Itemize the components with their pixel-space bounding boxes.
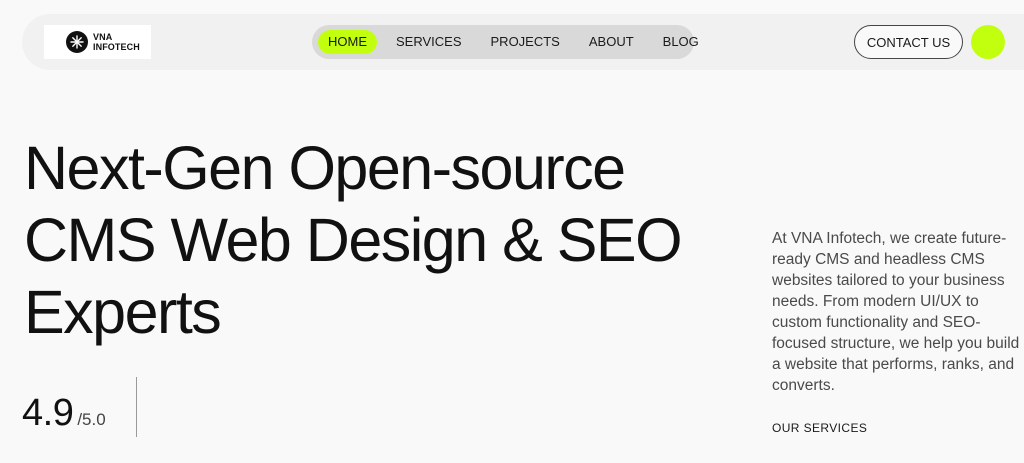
- sunburst-logo-icon: [66, 31, 88, 53]
- hero-title: Next-Gen Open-source CMS Web Design & SE…: [24, 132, 744, 348]
- rating-value: 4.9: [22, 392, 74, 434]
- main-nav: HOME SERVICES PROJECTS ABOUT BLOG: [312, 25, 699, 59]
- nav-item-services[interactable]: SERVICES: [386, 30, 472, 54]
- logo-text: VNA INFOTECH: [93, 32, 140, 52]
- contact-us-button[interactable]: CONTACT US: [854, 25, 963, 59]
- hero-description: At VNA Infotech, we create future-ready …: [772, 230, 1020, 394]
- page: VNA INFOTECH HOME SERVICES PROJECTS ABOU…: [0, 0, 1024, 463]
- nav-item-blog[interactable]: BLOG: [653, 30, 709, 54]
- our-services-link[interactable]: OUR SERVICES: [772, 421, 867, 435]
- logo-line2: INFOTECH: [93, 42, 140, 52]
- nav-item-projects[interactable]: PROJECTS: [481, 30, 570, 54]
- rating: 4.9 /5.0: [22, 392, 106, 435]
- nav-item-home[interactable]: HOME: [318, 30, 377, 54]
- logo[interactable]: VNA INFOTECH: [44, 25, 151, 59]
- hero-title-line-1: Next-Gen Open-source: [24, 134, 626, 202]
- hero-title-line-3: Experts: [24, 278, 222, 346]
- hero-title-line-2: CMS Web Design & SEO: [24, 206, 683, 274]
- rating-scale: /5.0: [77, 410, 106, 429]
- nav-item-about[interactable]: ABOUT: [579, 30, 644, 54]
- rating-divider: [136, 377, 137, 437]
- menu-dot-button[interactable]: [971, 25, 1005, 59]
- logo-line1: VNA: [93, 32, 113, 42]
